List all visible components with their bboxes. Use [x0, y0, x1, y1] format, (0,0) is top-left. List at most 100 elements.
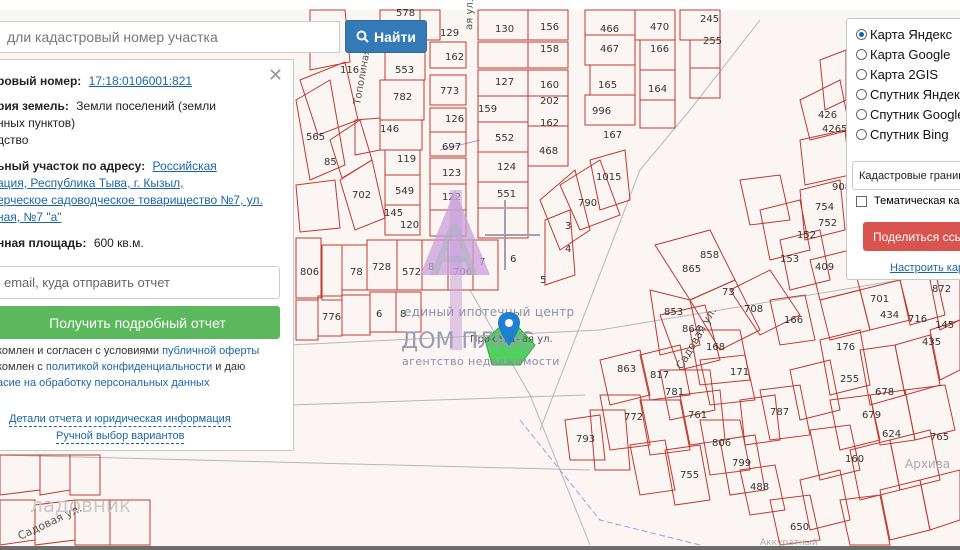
address-link-2[interactable]: ация, Республика Тыва, г. Кызыл, — [0, 175, 183, 192]
land-category-value-2: нных пунктов) — [0, 116, 76, 130]
search-button[interactable]: Найти — [345, 20, 427, 53]
area-value: 600 кв.м. — [93, 236, 144, 250]
svg-text:126: 126 — [445, 114, 464, 125]
svg-text:78: 78 — [350, 267, 363, 278]
layer-option[interactable]: Спутник Bing — [856, 127, 949, 142]
terms-line-2: комлен с политикой конфиденциальности и … — [0, 359, 245, 375]
svg-text:467: 467 — [600, 44, 619, 55]
share-link-button[interactable]: Поделиться ссылкой — [863, 222, 960, 251]
svg-text:127: 127 — [495, 77, 514, 88]
radio-icon[interactable] — [856, 129, 867, 140]
svg-text:468: 468 — [539, 146, 558, 157]
layer-option[interactable]: Карта 2GIS — [856, 67, 938, 82]
cadastral-number-link[interactable]: 17:18:0106001:821 — [89, 74, 192, 88]
svg-text:466: 466 — [600, 24, 619, 35]
svg-text:245: 245 — [700, 14, 719, 25]
svg-text:176: 176 — [836, 342, 855, 353]
area-label: нная площадь: — [0, 236, 87, 250]
svg-text:806: 806 — [300, 267, 319, 278]
svg-text:776: 776 — [322, 312, 341, 323]
radio-icon[interactable] — [856, 109, 867, 120]
parcel-info-panel: ✕ ровый номер: 17:18:0106001:821 рия зем… — [0, 59, 294, 451]
layer-option[interactable]: Спутник Google — [856, 107, 960, 122]
svg-text:160: 160 — [540, 80, 559, 91]
svg-text:565: 565 — [306, 132, 325, 143]
radio-icon[interactable] — [856, 49, 867, 60]
address-label: ьный участок по адресу: — [0, 159, 146, 173]
svg-text:773: 773 — [440, 86, 459, 97]
layer-option[interactable]: Карта Google — [856, 47, 950, 62]
svg-text:578: 578 — [396, 8, 415, 19]
svg-text:782: 782 — [393, 92, 412, 103]
overlay-select[interactable]: Кадастровые границы — [852, 161, 960, 190]
svg-text:129: 129 — [440, 28, 459, 39]
address-link-1[interactable]: Российская — [153, 159, 217, 173]
email-field[interactable]: email, куда отправить отчет — [0, 266, 280, 299]
svg-text:162: 162 — [540, 118, 559, 129]
close-icon[interactable]: ✕ — [268, 66, 283, 84]
thematic-map-toggle[interactable]: Тематическая карта — [856, 195, 960, 207]
privacy-policy-link[interactable]: политикой конфиденциальности — [46, 361, 212, 373]
svg-text:765: 765 — [930, 432, 949, 443]
svg-text:787: 787 — [770, 407, 789, 418]
svg-text:488: 488 — [750, 482, 769, 493]
svg-text:799: 799 — [732, 458, 751, 469]
address-link-3[interactable]: ерческое садоводческое товарищество №7, … — [0, 192, 263, 209]
search-button-label: Найти — [374, 28, 416, 45]
svg-text:4265: 4265 — [822, 124, 847, 135]
land-category-row: рия земель: Земли поселений (земли — [0, 98, 216, 115]
configure-map-link[interactable]: Настроить карту — [890, 262, 960, 274]
svg-text:119: 119 — [397, 154, 416, 165]
svg-text:167: 167 — [603, 130, 622, 141]
svg-text:996: 996 — [592, 106, 611, 117]
svg-text:1015: 1015 — [596, 172, 621, 183]
cadastral-number-row: ровый номер: 17:18:0106001:821 — [0, 73, 192, 90]
svg-text:165: 165 — [598, 80, 617, 91]
svg-text:124: 124 — [497, 162, 516, 173]
svg-text:728: 728 — [372, 262, 391, 273]
svg-text:772: 772 — [624, 412, 643, 423]
svg-text:145: 145 — [935, 320, 954, 331]
svg-text:701: 701 — [870, 294, 889, 305]
svg-text:409: 409 — [815, 262, 834, 273]
address-row: ьный участок по адресу: Российская — [0, 158, 217, 175]
layer-option-label: Спутник Яндекс — [870, 87, 960, 102]
svg-text:697: 697 — [442, 142, 461, 153]
svg-text:679: 679 — [862, 410, 881, 421]
manual-selection-link[interactable]: Ручной выбор вариантов — [56, 430, 185, 444]
report-details-link[interactable]: Детали отчета и юридическая информация — [9, 413, 231, 427]
svg-text:153: 153 — [780, 254, 799, 265]
svg-text:202: 202 — [540, 96, 559, 107]
svg-text:162: 162 — [445, 52, 464, 63]
map-marker-icon[interactable] — [497, 312, 521, 346]
radio-icon[interactable] — [856, 89, 867, 100]
svg-text:624: 624 — [882, 429, 901, 440]
layer-option[interactable]: Спутник Яндекс — [856, 87, 960, 102]
land-category-value-3: дство — [0, 133, 29, 147]
svg-text:817: 817 — [650, 370, 669, 381]
svg-text:168: 168 — [706, 342, 725, 353]
svg-text:678: 678 — [875, 387, 894, 398]
svg-text:3: 3 — [565, 221, 571, 232]
svg-text:702: 702 — [352, 190, 371, 201]
public-offer-link[interactable]: публичной оферты — [162, 345, 259, 357]
radio-icon[interactable] — [856, 69, 867, 80]
checkbox-icon[interactable] — [856, 195, 867, 207]
radio-selected-icon[interactable] — [856, 29, 867, 40]
layer-option[interactable]: Карта Яндекс — [856, 27, 952, 42]
svg-text:552: 552 — [495, 133, 514, 144]
svg-text:790: 790 — [578, 198, 597, 209]
layer-option-label: Спутник Google — [870, 107, 960, 122]
get-report-button[interactable]: Получить подробный отчет — [0, 306, 280, 339]
map-layers-panel: Карта Яндекс Карта Google Карта 2GIS Спу… — [846, 18, 960, 280]
cadastral-search-input[interactable]: дли кадастровый номер участка — [0, 21, 340, 53]
thematic-map-label: Тематическая карта — [874, 195, 960, 207]
svg-text:793: 793 — [576, 434, 595, 445]
svg-text:171: 171 — [730, 367, 749, 378]
svg-text:755: 755 — [680, 470, 699, 481]
watermark-line1: единый ипотечный центр — [404, 305, 575, 319]
layer-option-label: Карта Google — [870, 47, 951, 62]
address-link-4[interactable]: ная, №7 "а" — [0, 209, 62, 226]
svg-text:159: 159 — [478, 104, 497, 115]
consent-link[interactable]: асие на обработку персональных данных — [0, 375, 209, 391]
